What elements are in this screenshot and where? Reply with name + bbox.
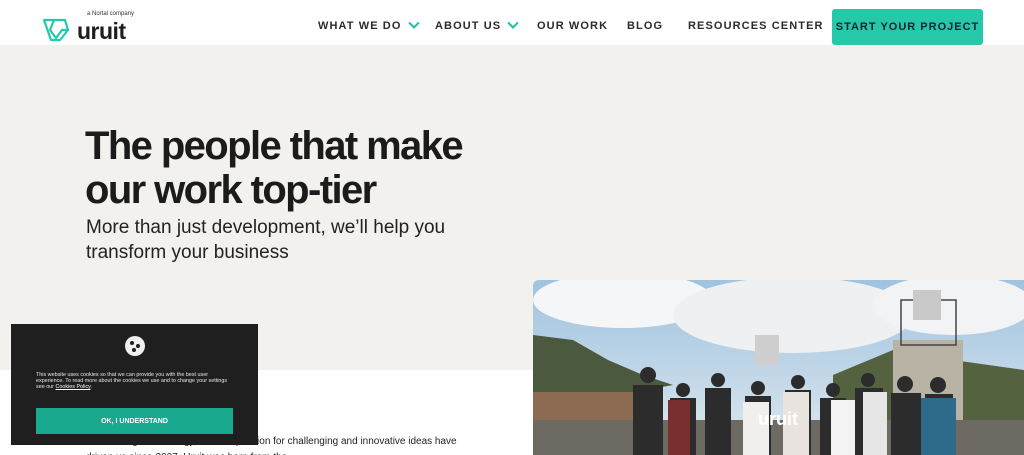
page-subtitle: More than just development, we’ll help y… bbox=[86, 217, 446, 263]
page-title: The people that make our work top-tier bbox=[85, 124, 464, 212]
nav-resources-center-label: RESOURCES CENTER bbox=[688, 20, 824, 32]
nav-our-work-label: OUR WORK bbox=[537, 20, 609, 32]
cookie-message-end: . bbox=[90, 384, 92, 390]
cookie-banner: This website uses cookies so that we can… bbox=[11, 324, 258, 445]
uruit-logo-icon bbox=[42, 18, 70, 42]
nav-blog-label: BLOG bbox=[627, 20, 664, 32]
nav-blog[interactable]: BLOG bbox=[627, 20, 663, 32]
cookies-policy-link[interactable]: Cookies Policy bbox=[55, 384, 90, 390]
nav-what-we-do-label: WHAT WE DO bbox=[318, 20, 402, 32]
team-photo: uruit bbox=[533, 280, 1024, 455]
nav-about-us[interactable]: ABOUT US bbox=[435, 17, 519, 32]
cookie-icon bbox=[125, 336, 145, 356]
cookie-accept-button[interactable]: OK, I UNDERSTAND bbox=[36, 408, 233, 434]
start-your-project-button[interactable]: START YOUR PROJECT bbox=[832, 9, 983, 45]
cookie-message: This website uses cookies so that we can… bbox=[36, 372, 236, 390]
nav-what-we-do[interactable]: WHAT WE DO bbox=[318, 17, 420, 32]
uruit-logo[interactable]: a Nortal company uruit bbox=[41, 11, 141, 45]
nav-resources-center[interactable]: RESOURCES CENTER bbox=[688, 20, 824, 32]
chevron-down-icon bbox=[507, 17, 519, 29]
nav-about-us-label: ABOUT US bbox=[435, 20, 502, 32]
nav-our-work[interactable]: OUR WORK bbox=[537, 20, 608, 32]
team-photo-image: uruit bbox=[533, 280, 1024, 455]
logo-wordmark: uruit bbox=[77, 18, 126, 44]
photo-overlay-mark: uruit bbox=[758, 409, 798, 429]
chevron-down-icon bbox=[407, 17, 420, 29]
site-header: a Nortal company uruit WHAT WE DO ABOUT … bbox=[0, 0, 1024, 45]
logo-tagline: a Nortal company bbox=[87, 11, 135, 17]
